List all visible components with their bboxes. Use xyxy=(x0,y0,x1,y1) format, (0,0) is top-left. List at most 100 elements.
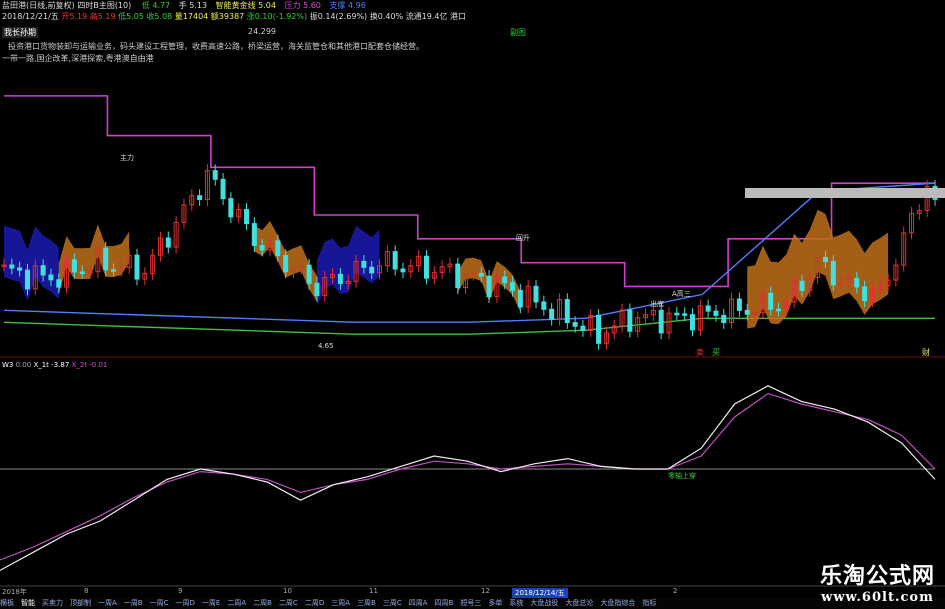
candle-body xyxy=(275,240,281,257)
date-label-2: 2 xyxy=(673,587,678,595)
tab-3[interactable]: 顶部制 xyxy=(70,599,91,607)
candle-body xyxy=(228,198,234,218)
candle-body xyxy=(572,322,578,327)
candle-body xyxy=(79,271,85,274)
quote-turnover: 换0.40% xyxy=(369,12,404,21)
tab-19[interactable]: 多单 xyxy=(488,599,502,607)
quote-amount: 额39387 xyxy=(210,12,245,21)
date-label-10: 10 xyxy=(283,587,292,595)
candle-body xyxy=(71,259,77,273)
indicator-x2-label: X_2t xyxy=(71,361,88,369)
tab-8[interactable]: 一周E xyxy=(202,599,220,607)
annotation-bottom: 出底 xyxy=(650,299,664,308)
badge-right[interactable]: 副图 xyxy=(510,27,526,38)
tab-20[interactable]: 系统 xyxy=(509,599,523,607)
indicator-name: W3 xyxy=(2,361,14,369)
candle-body xyxy=(658,309,664,334)
candle-body xyxy=(517,289,523,308)
indicator-x2: -0.01 xyxy=(89,361,108,369)
annotation-rise: 回升 xyxy=(516,233,530,242)
tab-18[interactable]: 短号三 xyxy=(460,599,481,607)
candle-body xyxy=(736,298,742,311)
smart-value: 5.04 xyxy=(258,1,276,10)
hand-value: 5.13 xyxy=(189,1,208,10)
badge-left[interactable]: 我长孙期 xyxy=(2,27,38,38)
tab-14[interactable]: 三周B xyxy=(357,599,376,607)
candle-body xyxy=(486,275,492,298)
quote-volume: 量17404 xyxy=(174,12,209,21)
tab-15[interactable]: 三周C xyxy=(383,599,402,607)
tab-2[interactable]: 买卖力 xyxy=(42,599,63,607)
indicator-tabs: 横板 智能 买卖力 顶部制 一周A 一周B 一周C 一周D 一周E 二周A 二周B 二周C 二周D 三周A… xyxy=(0,598,945,609)
candle-body xyxy=(705,305,711,312)
ribbon-orange-1 xyxy=(58,224,130,295)
candle-body xyxy=(721,314,727,324)
candle-body xyxy=(392,251,398,270)
candle-body xyxy=(455,263,461,289)
tab-11[interactable]: 二周C xyxy=(279,599,298,607)
tab-17[interactable]: 四周B xyxy=(435,599,454,607)
support-label: 支撑 xyxy=(329,1,346,10)
stock-chart-canvas[interactable]: 主力 4.65 A高三 回升出底卖买 财零轴上穿 xyxy=(0,0,945,609)
candle-body xyxy=(776,308,782,312)
value-mid: 24.299 xyxy=(248,27,276,36)
candle-body xyxy=(533,285,539,303)
tab-1[interactable]: 智能 xyxy=(21,599,35,607)
tab-5[interactable]: 一周B xyxy=(124,599,143,607)
selected-date[interactable]: 2018/12/14/五 xyxy=(512,588,568,598)
candle-body xyxy=(197,195,203,201)
candle-body xyxy=(580,325,586,331)
tab-10[interactable]: 二周B xyxy=(253,599,272,607)
pressure-label: 压力 xyxy=(284,1,301,10)
concept-tags: 一带一路,国企改革,深港探索,粤港澳自由港 xyxy=(2,54,154,63)
tab-12[interactable]: 二周D xyxy=(305,599,324,607)
date-label-12: 12 xyxy=(481,587,490,595)
watermark-url: www.60lt.com xyxy=(821,590,934,605)
tab-23[interactable]: 大盘指综合 xyxy=(600,599,635,607)
header-row-2: 2018/12/21/五 开5.19 高5.19 低5.05 收5.08 量17… xyxy=(2,12,466,22)
candle-body xyxy=(423,255,429,279)
tab-21[interactable]: 大盘战役 xyxy=(530,599,558,607)
candle-body xyxy=(689,314,695,331)
tab-0[interactable]: 横板 xyxy=(0,599,14,607)
tab-16[interactable]: 四周A xyxy=(409,599,428,607)
candle-body xyxy=(251,223,257,246)
tab-4[interactable]: 一周A xyxy=(98,599,117,607)
candle-body xyxy=(674,312,680,316)
signal-sell: 卖 xyxy=(696,348,704,357)
candle-body xyxy=(103,247,109,271)
low-label: 低 xyxy=(141,1,150,10)
tab-22[interactable]: 大盘总论 xyxy=(565,599,593,607)
tab-13[interactable]: 三周A xyxy=(331,599,350,607)
tab-24[interactable]: 指标 xyxy=(642,599,656,607)
candle-body xyxy=(111,269,117,272)
watermark: 乐淘公式网 www.60lt.com xyxy=(820,558,935,605)
candle-body xyxy=(854,277,860,288)
candle-body xyxy=(134,254,140,280)
date-label-8: 8 xyxy=(84,587,89,595)
candle-body xyxy=(337,273,343,284)
tab-6[interactable]: 一周C xyxy=(150,599,169,607)
candle-body xyxy=(24,269,30,290)
date-label-year: 2018年 xyxy=(2,588,27,596)
candle-body xyxy=(9,264,15,269)
candle-body xyxy=(17,267,23,271)
indicator-v0: 0.00 xyxy=(15,361,32,369)
tab-9[interactable]: 二周A xyxy=(227,599,246,607)
company-profile: 投资港口货物装卸与运输业务，码头建设工程管理，收费高速公路，桥梁运营，海关监管仓… xyxy=(8,42,424,51)
tab-7[interactable]: 一周D xyxy=(176,599,195,607)
quote-high: 高5.19 xyxy=(89,12,116,21)
indicator-header: W3 0.00 X_1t -3.87 X_2t -0.01 xyxy=(2,361,107,369)
signal-buy: 买 xyxy=(712,348,720,357)
quote-name: 港口 xyxy=(450,12,467,21)
candle-body xyxy=(283,255,289,273)
candle-body xyxy=(564,299,570,324)
header-row-1: 盐田港(日线,前复权) 四时B主图(10) 低 4.77 手 5.13 智能黄金… xyxy=(2,1,366,11)
candle-body xyxy=(369,266,375,274)
candle-body xyxy=(822,256,828,263)
indicator-series-x2 xyxy=(0,392,936,561)
candle-body xyxy=(768,292,774,310)
candle-body xyxy=(306,264,312,284)
base-line xyxy=(3,317,935,335)
candle-body xyxy=(48,274,54,281)
